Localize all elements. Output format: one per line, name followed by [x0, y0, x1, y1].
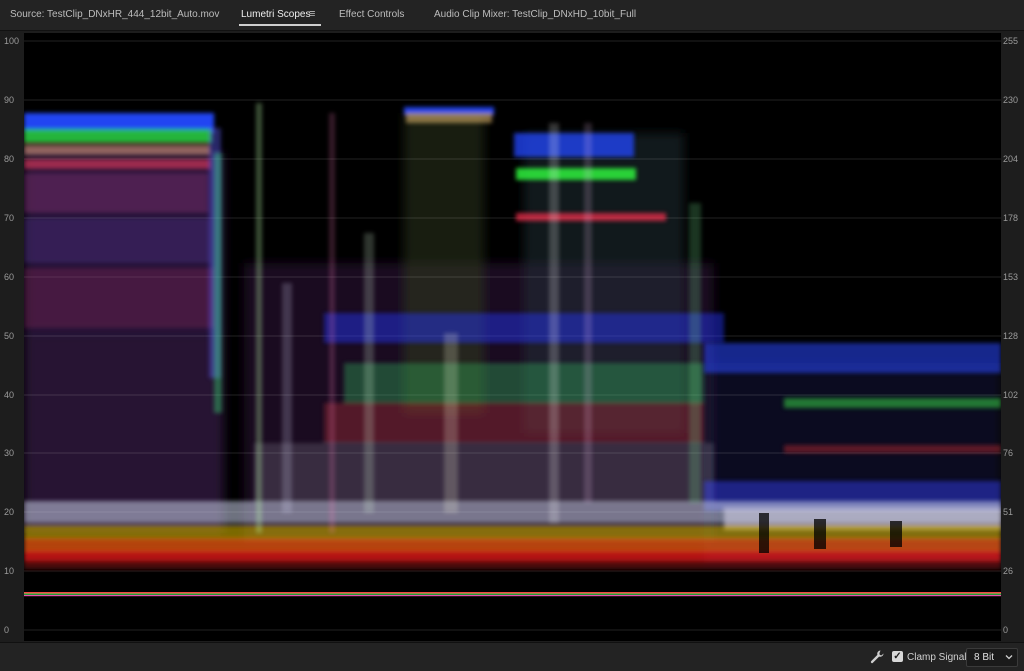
scale-label: 153 [1003, 272, 1019, 282]
panel-tab-bar: Source: TestClip_DNxHR_444_12bit_Auto.mo… [0, 0, 1024, 31]
scale-label: 0 [1003, 625, 1009, 635]
code-value-scale-right: 255 230 204 178 153 128 102 76 51 26 0 [1001, 33, 1024, 641]
scale-label: 26 [1003, 566, 1014, 576]
scale-label: 255 [1003, 36, 1019, 46]
scale-label: 128 [1003, 331, 1019, 341]
scale-label: 178 [1003, 213, 1019, 223]
bit-depth-select[interactable]: 8 Bit [966, 648, 1018, 667]
hamburger-icon[interactable]: ≡ [309, 8, 315, 20]
ire-scale-left: 100 90 80 70 60 50 40 30 20 10 0 [0, 33, 24, 641]
scale-label: 51 [1003, 507, 1014, 517]
scale-label: 76 [1003, 448, 1014, 458]
rgb-parade-waveform [24, 33, 1001, 641]
active-tab-indicator [239, 24, 321, 26]
scale-label: 230 [1003, 95, 1019, 105]
wrench-icon[interactable] [869, 649, 885, 665]
waveform-trace [24, 40, 1001, 631]
bit-depth-value: 8 Bit [974, 652, 995, 663]
clamp-signal-label: Clamp Signal [907, 652, 967, 663]
tab-lumetri-scopes[interactable]: Lumetri Scopes [241, 9, 310, 20]
scale-label: 102 [1003, 390, 1019, 400]
scope-bottom-bar: ✓ Clamp Signal 8 Bit [0, 642, 1024, 671]
clamp-signal-checkbox[interactable]: ✓ [892, 651, 903, 662]
tab-source[interactable]: Source: TestClip_DNxHR_444_12bit_Auto.mo… [10, 9, 219, 20]
chevron-down-icon [1005, 655, 1013, 660]
tab-effect-controls[interactable]: Effect Controls [339, 9, 404, 20]
scale-label: 204 [1003, 154, 1019, 164]
tab-audio-clip-mixer[interactable]: Audio Clip Mixer: TestClip_DNxHD_10bit_F… [434, 9, 636, 20]
